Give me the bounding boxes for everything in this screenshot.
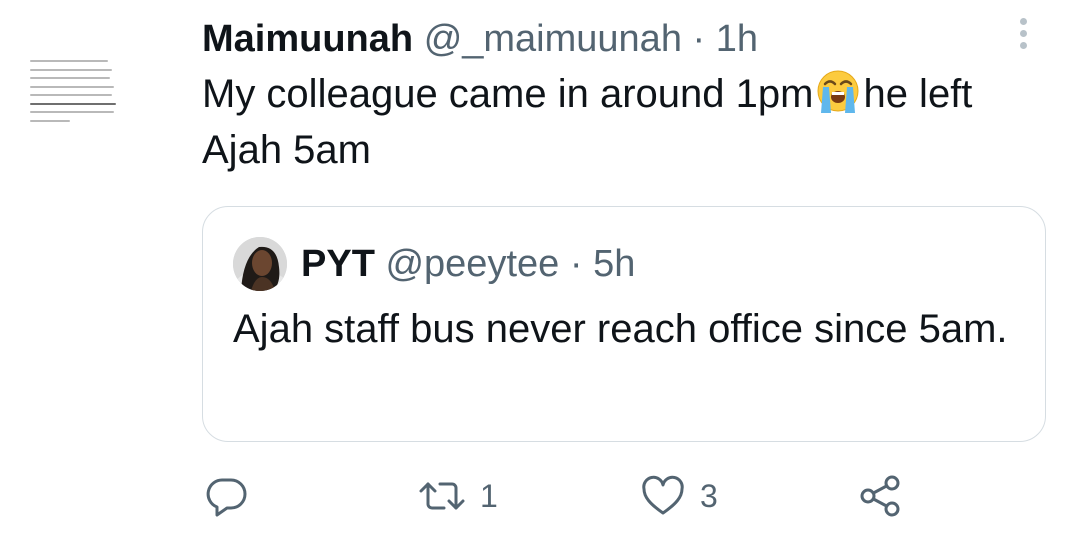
share-button[interactable]: [858, 470, 904, 522]
author-handle[interactable]: @_maimuunah: [424, 18, 682, 60]
more-options-icon[interactable]: [1013, 18, 1033, 58]
quoted-tweet-header: PYT @peeytee · 5h: [301, 239, 635, 289]
quoted-author-avatar[interactable]: [233, 237, 287, 291]
tweet-time[interactable]: 1h: [716, 18, 758, 60]
tweet-text: My colleague came in around 1pm he left …: [202, 66, 1042, 178]
retweet-count: 1: [480, 477, 498, 514]
quoted-author-name[interactable]: PYT: [301, 243, 375, 285]
quoted-separator-dot: ·: [569, 243, 583, 285]
share-icon: [860, 475, 900, 517]
author-name[interactable]: Maimuunah: [202, 18, 413, 60]
separator-dot: ·: [692, 18, 706, 60]
author-avatar[interactable]: [30, 60, 140, 130]
retweet-button[interactable]: 1: [418, 470, 498, 522]
like-button[interactable]: 3: [640, 470, 718, 522]
like-count: 3: [700, 477, 718, 514]
avatar-text-image: [30, 60, 140, 122]
reply-icon: [206, 478, 247, 517]
tweet-header: Maimuunah @_maimuunah · 1h: [202, 14, 1052, 64]
quoted-author-handle[interactable]: @peeytee: [385, 243, 559, 285]
avatar-photo-icon: [233, 237, 287, 291]
tweet[interactable]: Maimuunah @_maimuunah · 1h My colleague …: [202, 14, 1052, 178]
quoted-tweet[interactable]: PYT @peeytee · 5h Ajah staff bus never r…: [202, 206, 1046, 442]
tweet-text-part-1: My colleague came in around 1pm: [202, 72, 814, 116]
quoted-tweet-text: Ajah staff bus never reach office since …: [233, 307, 1008, 351]
heart-icon: [642, 475, 684, 515]
retweet-icon: [419, 482, 465, 510]
loudly-crying-face-icon: [817, 70, 859, 113]
reply-button[interactable]: [205, 470, 249, 522]
quoted-tweet-time[interactable]: 5h: [593, 243, 635, 285]
tweet-action-bar: 1 3: [0, 470, 1080, 526]
